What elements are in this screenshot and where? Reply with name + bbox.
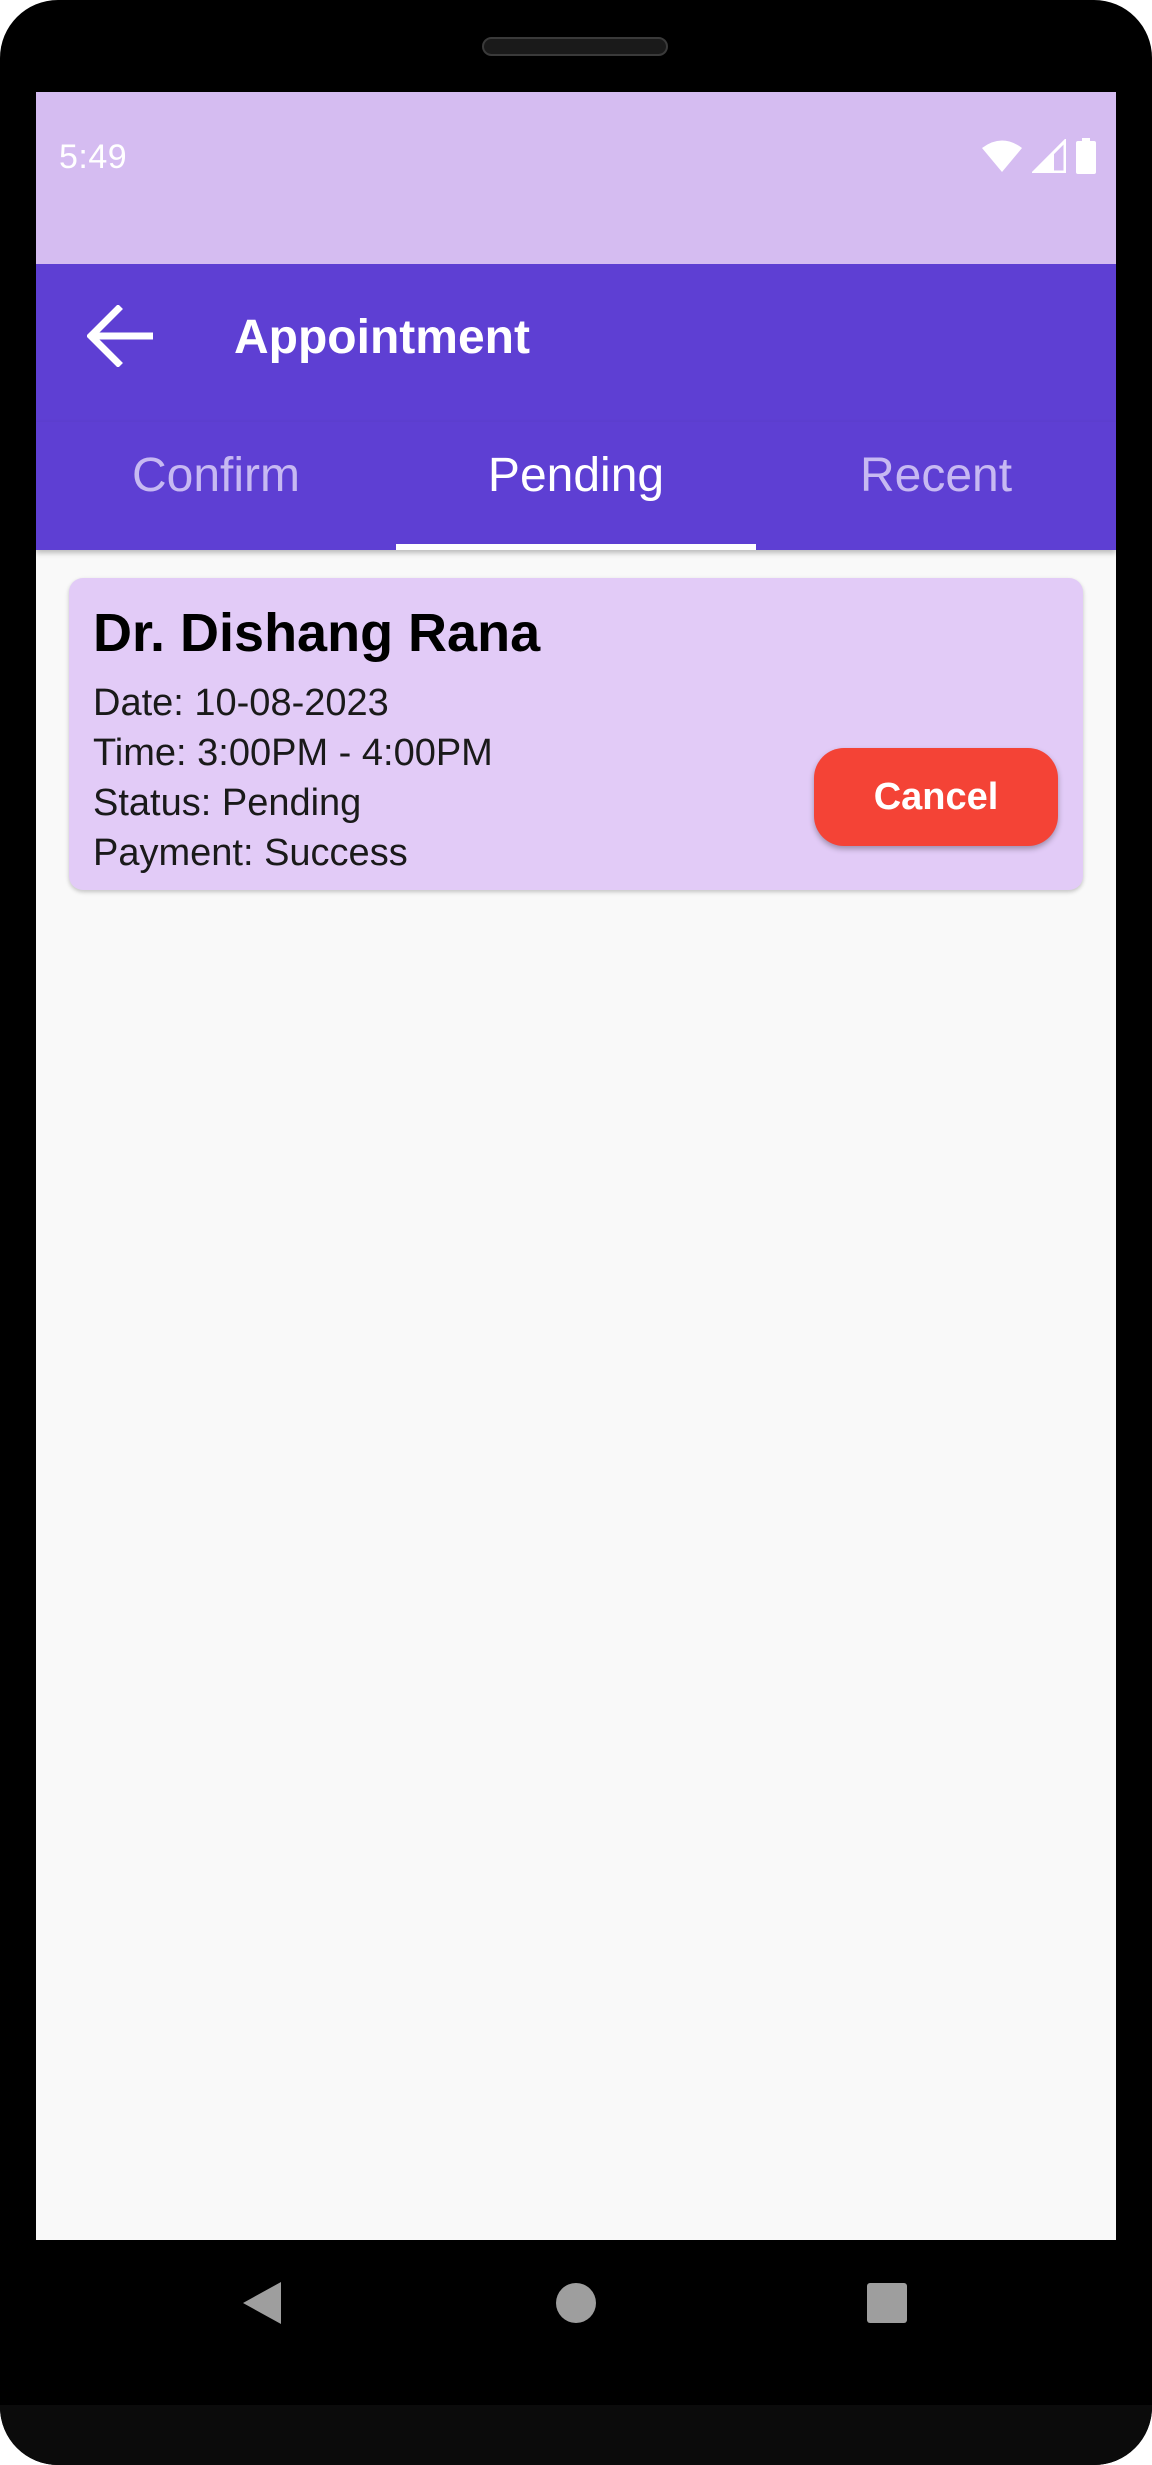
app-bar: Appointment xyxy=(36,264,1116,422)
status-icons xyxy=(982,136,1096,179)
tab-label: Confirm xyxy=(131,449,301,502)
wifi-icon xyxy=(982,139,1022,178)
system-navigation-bar xyxy=(0,2240,1152,2370)
cellular-signal-icon xyxy=(1030,136,1067,178)
tab-label: Pending xyxy=(487,449,665,502)
tab-recent[interactable]: Recent xyxy=(756,422,1116,550)
tab-pending[interactable]: Pending xyxy=(396,422,756,550)
bottom-bezel xyxy=(0,2405,1152,2465)
appointment-card: Dr. Dishang Rana Date: 10-08-2023 Time: … xyxy=(69,578,1083,890)
payment-status: Payment: Success xyxy=(93,832,408,874)
back-triangle-icon xyxy=(241,2280,283,2331)
status-bar: 5:49 xyxy=(36,92,1116,264)
cancel-button[interactable]: Cancel xyxy=(814,748,1058,846)
app-screen: 5:49 Appointment Confirm Pending Recent … xyxy=(36,92,1116,2240)
battery-icon xyxy=(1076,137,1096,179)
appointment-date: Date: 10-08-2023 xyxy=(93,682,389,724)
appointment-time: Time: 3:00PM - 4:00PM xyxy=(93,732,493,774)
arrow-back-icon xyxy=(86,303,155,372)
earpiece-speaker xyxy=(482,37,668,56)
tab-label: Recent xyxy=(859,449,1013,502)
appointment-status: Status: Pending xyxy=(93,782,362,824)
nav-home-button[interactable] xyxy=(531,2260,621,2350)
back-button[interactable] xyxy=(80,298,160,378)
appointment-details: Date: 10-08-2023 Time: 3:00PM - 4:00PM S… xyxy=(93,678,493,878)
active-tab-indicator xyxy=(396,544,756,550)
phone-frame: 5:49 Appointment Confirm Pending Recent … xyxy=(0,0,1152,2465)
home-circle-icon xyxy=(555,2282,597,2329)
status-time: 5:49 xyxy=(59,138,128,176)
page-title: Appointment xyxy=(234,311,530,364)
doctor-name: Dr. Dishang Rana xyxy=(93,603,541,663)
tab-confirm[interactable]: Confirm xyxy=(36,422,396,550)
nav-back-button[interactable] xyxy=(217,2260,307,2350)
nav-recents-button[interactable] xyxy=(842,2260,932,2350)
recents-square-icon xyxy=(866,2282,908,2329)
tab-bar: Confirm Pending Recent xyxy=(36,422,1116,550)
